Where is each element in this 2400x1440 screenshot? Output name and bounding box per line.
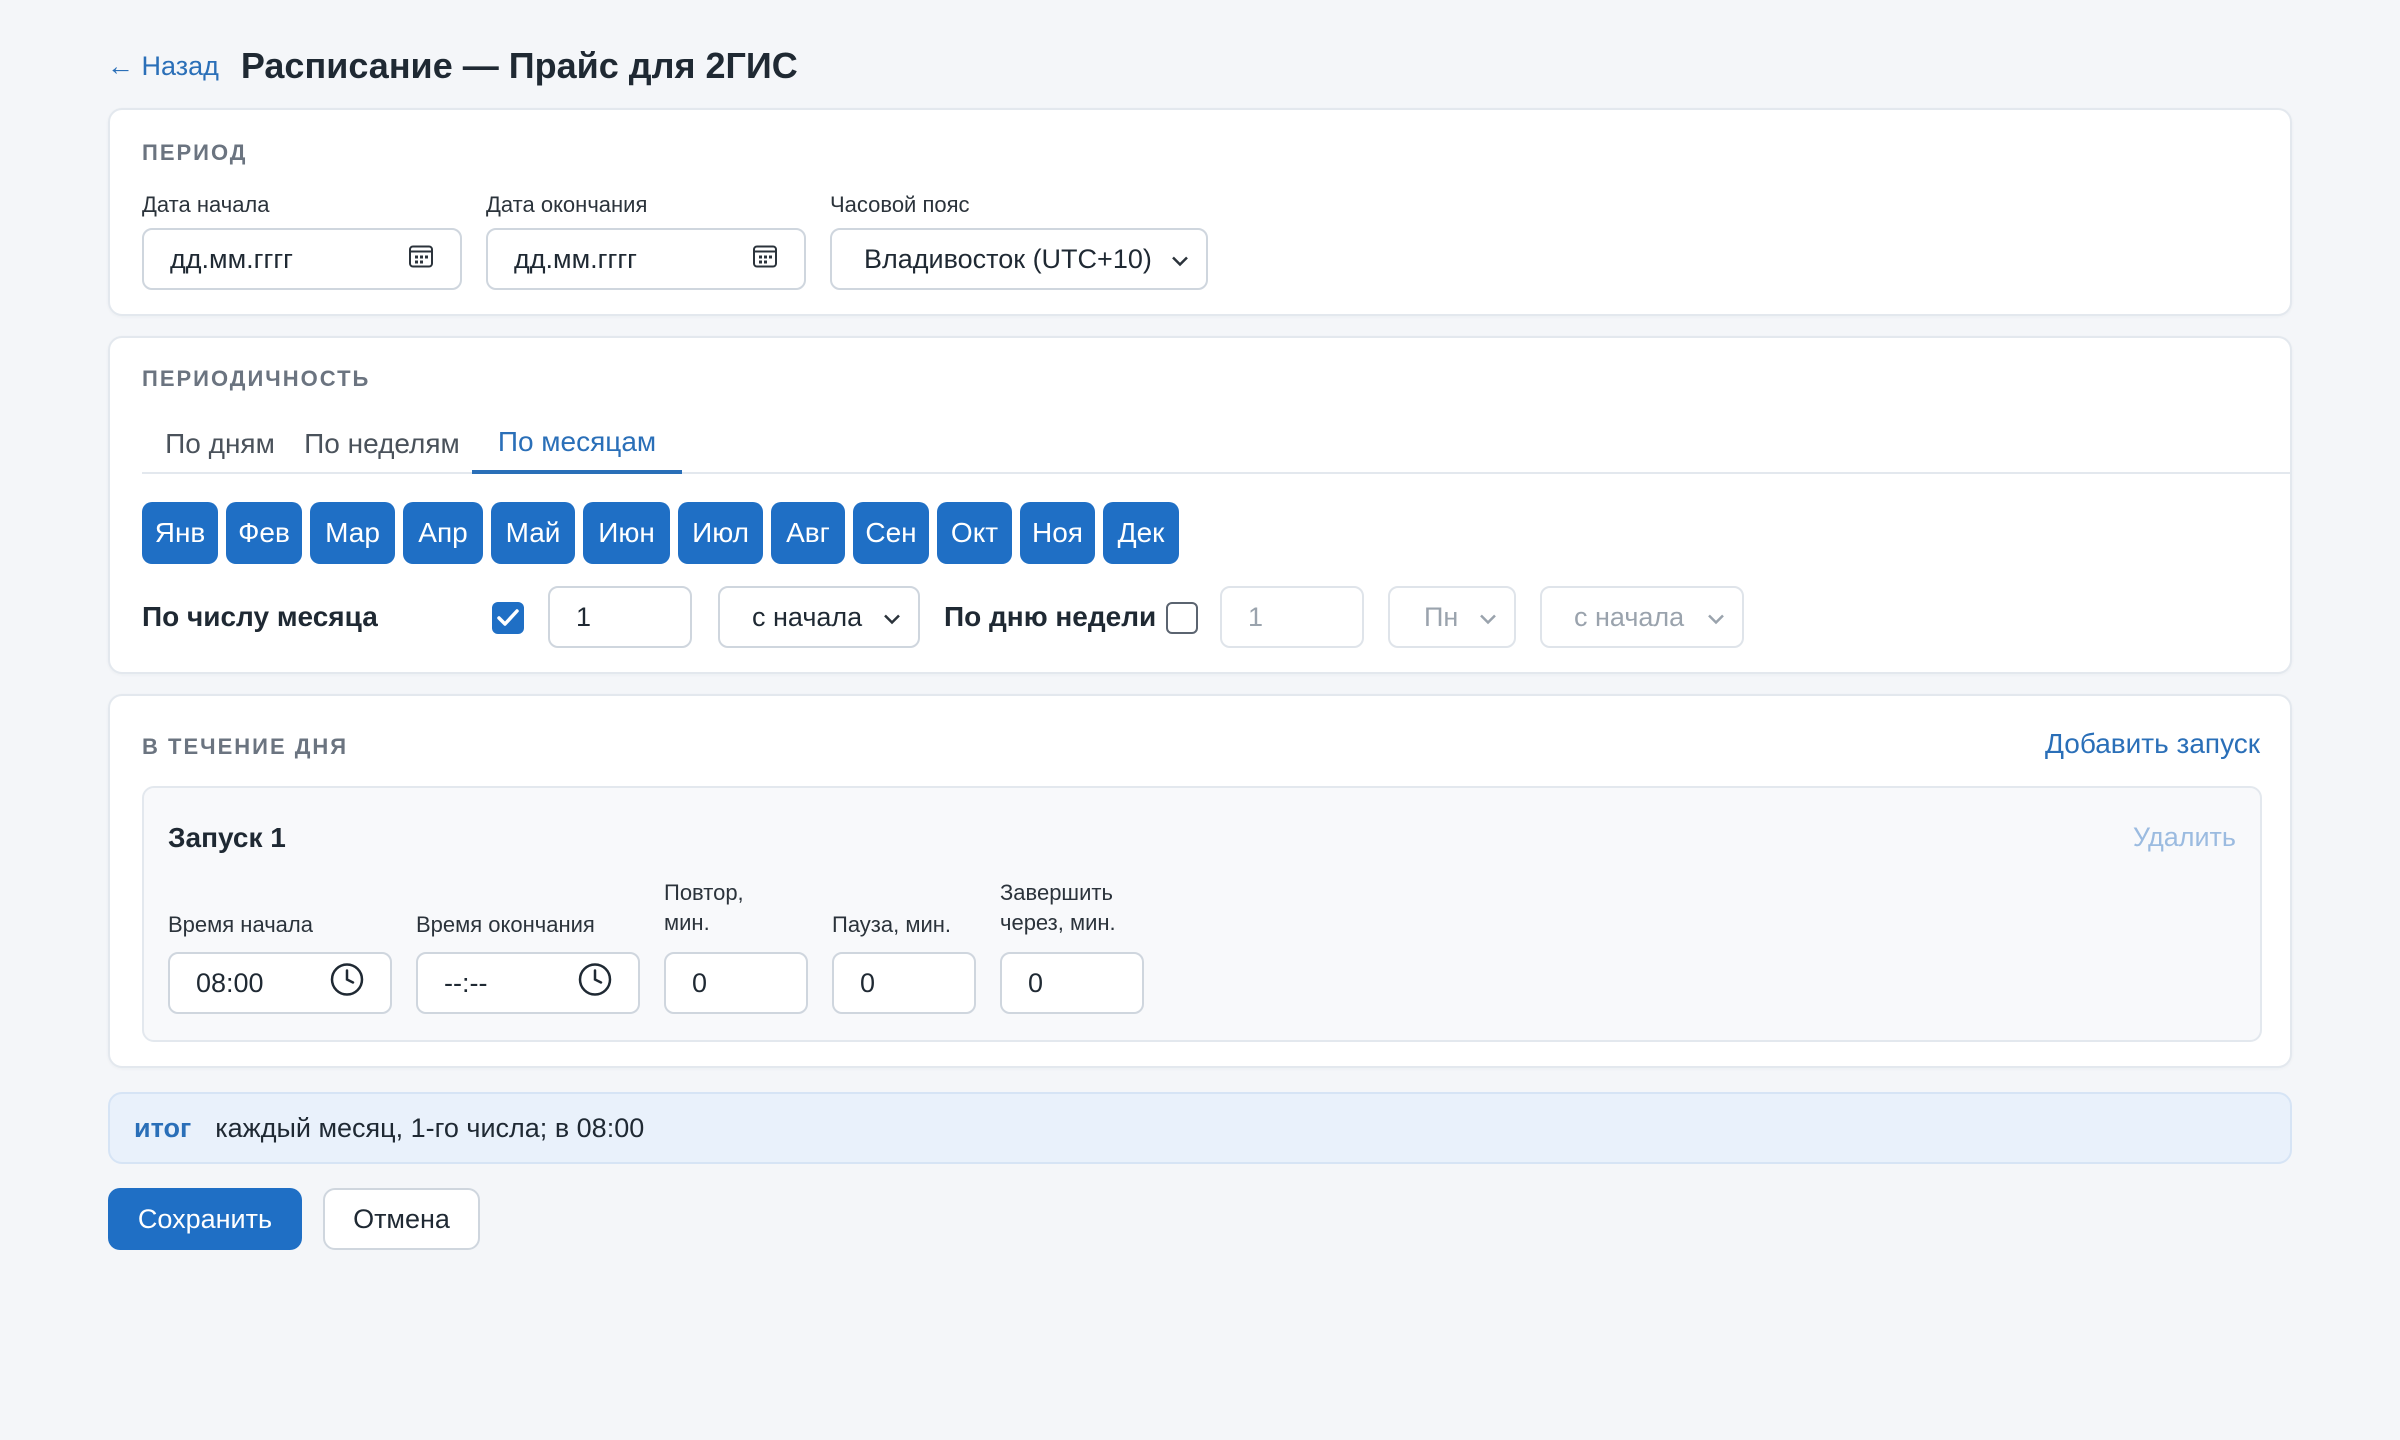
month-chip-jul[interactable]: Июл <box>678 502 763 564</box>
repeat-value: 0 <box>692 967 708 998</box>
month-chip-aug[interactable]: Авг <box>771 502 845 564</box>
launch-end-value: --:-- <box>444 967 488 998</box>
end-date-input[interactable]: дд.мм.гггг <box>486 228 806 290</box>
delete-launch-link[interactable]: Удалить <box>2133 822 2236 853</box>
save-button[interactable]: Сохранить <box>108 1188 302 1250</box>
month-chip-apr[interactable]: Апр <box>403 502 483 564</box>
month-chip-jun[interactable]: Июн <box>583 502 670 564</box>
repeat-label: Повтор, мин. <box>664 878 744 938</box>
month-chip-may[interactable]: Май <box>491 502 575 564</box>
by-day-of-month-checkbox[interactable] <box>492 602 524 634</box>
cancel-button[interactable]: Отмена <box>323 1188 480 1250</box>
launch-start-label: Время начала <box>168 912 313 937</box>
start-date-input[interactable]: дд.мм.гггг <box>142 228 462 290</box>
end-date-placeholder: дд.мм.гггг <box>514 243 638 274</box>
pause-value: 0 <box>860 967 876 998</box>
periodicity-card: ПЕРИОДИЧНОСТЬ По дням По неделям По меся… <box>108 336 2292 674</box>
month-chip-nov[interactable]: Ноя <box>1020 502 1095 564</box>
back-link[interactable]: ← Назад <box>107 51 219 82</box>
weekday-from-select[interactable]: с начала <box>1540 586 1744 648</box>
chevron-down-icon <box>1478 602 1498 633</box>
weekday-select[interactable]: Пн <box>1388 586 1516 648</box>
finish-label: Завершить через, мин. <box>1000 878 1116 938</box>
schedule-page: ← Назад Расписание — Прайс для 2ГИС ПЕРИ… <box>0 0 2400 1440</box>
start-date-label: Дата начала <box>142 192 270 217</box>
timezone-value: Владивосток (UTC+10) <box>864 243 1152 274</box>
launch-block: Запуск 1 Удалить Время начала 08:00 Врем… <box>142 786 2262 1042</box>
repeat-label-line-2: мин. <box>664 910 710 935</box>
period-card: ПЕРИОД Дата начала дд.мм.гггг Дата оконч… <box>108 108 2292 316</box>
month-chip-oct[interactable]: Окт <box>937 502 1012 564</box>
finish-value: 0 <box>1028 967 1044 998</box>
month-chip-dec[interactable]: Дек <box>1103 502 1179 564</box>
launch-end-label: Время окончания <box>416 912 595 937</box>
day-of-month-value: 1 <box>576 601 592 632</box>
month-chip-jan[interactable]: Янв <box>142 502 218 564</box>
by-weekday-checkbox[interactable] <box>1166 602 1198 634</box>
month-chip-feb[interactable]: Фев <box>226 502 302 564</box>
tab-by-months[interactable]: По месяцам <box>472 414 682 474</box>
add-launch-link[interactable]: Добавить запуск <box>2045 728 2260 760</box>
tab-by-weeks[interactable]: По неделям <box>298 414 466 474</box>
repeat-input[interactable]: 0 <box>664 952 808 1014</box>
end-date-label: Дата окончания <box>486 192 648 217</box>
checkmark-icon <box>497 609 519 626</box>
day-of-month-input[interactable]: 1 <box>548 586 692 648</box>
finish-label-line-2: через, мин. <box>1000 910 1116 935</box>
periodicity-section-title: ПЕРИОДИЧНОСТЬ <box>142 366 371 391</box>
launch-end-input[interactable]: --:-- <box>416 952 640 1014</box>
pause-input[interactable]: 0 <box>832 952 976 1014</box>
month-chip-mar[interactable]: Мар <box>310 502 395 564</box>
day-of-month-from-value: с начала <box>752 601 863 632</box>
month-chip-sep[interactable]: Сен <box>853 502 929 564</box>
summary-text: каждый месяц, 1-го числа; в 08:00 <box>215 1112 645 1143</box>
pause-label: Пауза, мин. <box>832 912 952 937</box>
clock-icon[interactable] <box>578 963 612 1004</box>
weekday-number-value: 1 <box>1248 601 1264 632</box>
clock-icon[interactable] <box>330 963 364 1004</box>
tab-by-days[interactable]: По дням <box>142 414 298 474</box>
chevron-down-icon <box>1170 244 1190 275</box>
periodicity-tabs: По дням По неделям По месяцам <box>142 414 2292 474</box>
repeat-label-line-1: Повтор, <box>664 880 744 905</box>
weekday-from-value: с начала <box>1574 601 1685 632</box>
calendar-icon[interactable] <box>752 243 778 276</box>
page-header: ← Назад Расписание — Прайс для 2ГИС <box>107 44 798 88</box>
daytime-section-title: В ТЕЧЕНИЕ ДНЯ <box>142 734 349 759</box>
by-day-of-month-label: По числу месяца <box>142 601 378 632</box>
weekday-number-input[interactable]: 1 <box>1220 586 1364 648</box>
summary-tag: итог <box>134 1112 192 1143</box>
start-date-placeholder: дд.мм.гггг <box>170 243 294 274</box>
page-title: Расписание — Прайс для 2ГИС <box>240 45 798 86</box>
launch-start-input[interactable]: 08:00 <box>168 952 392 1014</box>
chevron-down-icon <box>882 602 902 633</box>
months-list: Янв Фев Мар Апр Май Июн Июл Авг Сен Окт … <box>142 502 1179 564</box>
day-of-month-from-select[interactable]: с начала <box>718 586 920 648</box>
timezone-label: Часовой пояс <box>830 192 970 217</box>
timezone-select[interactable]: Владивосток (UTC+10) <box>830 228 1208 290</box>
summary-bar: итог каждый месяц, 1-го числа; в 08:00 <box>108 1092 2292 1164</box>
finish-label-line-1: Завершить <box>1000 880 1113 905</box>
launch-start-value: 08:00 <box>196 967 264 998</box>
calendar-icon[interactable] <box>408 243 434 276</box>
chevron-down-icon <box>1706 602 1726 633</box>
daytime-card: В ТЕЧЕНИЕ ДНЯ Добавить запуск Запуск 1 У… <box>108 694 2292 1068</box>
by-weekday-label: По дню недели <box>944 601 1157 632</box>
finish-input[interactable]: 0 <box>1000 952 1144 1014</box>
weekday-value: Пн <box>1424 601 1459 632</box>
launch-title: Запуск 1 <box>168 822 286 853</box>
period-section-title: ПЕРИОД <box>142 140 248 165</box>
